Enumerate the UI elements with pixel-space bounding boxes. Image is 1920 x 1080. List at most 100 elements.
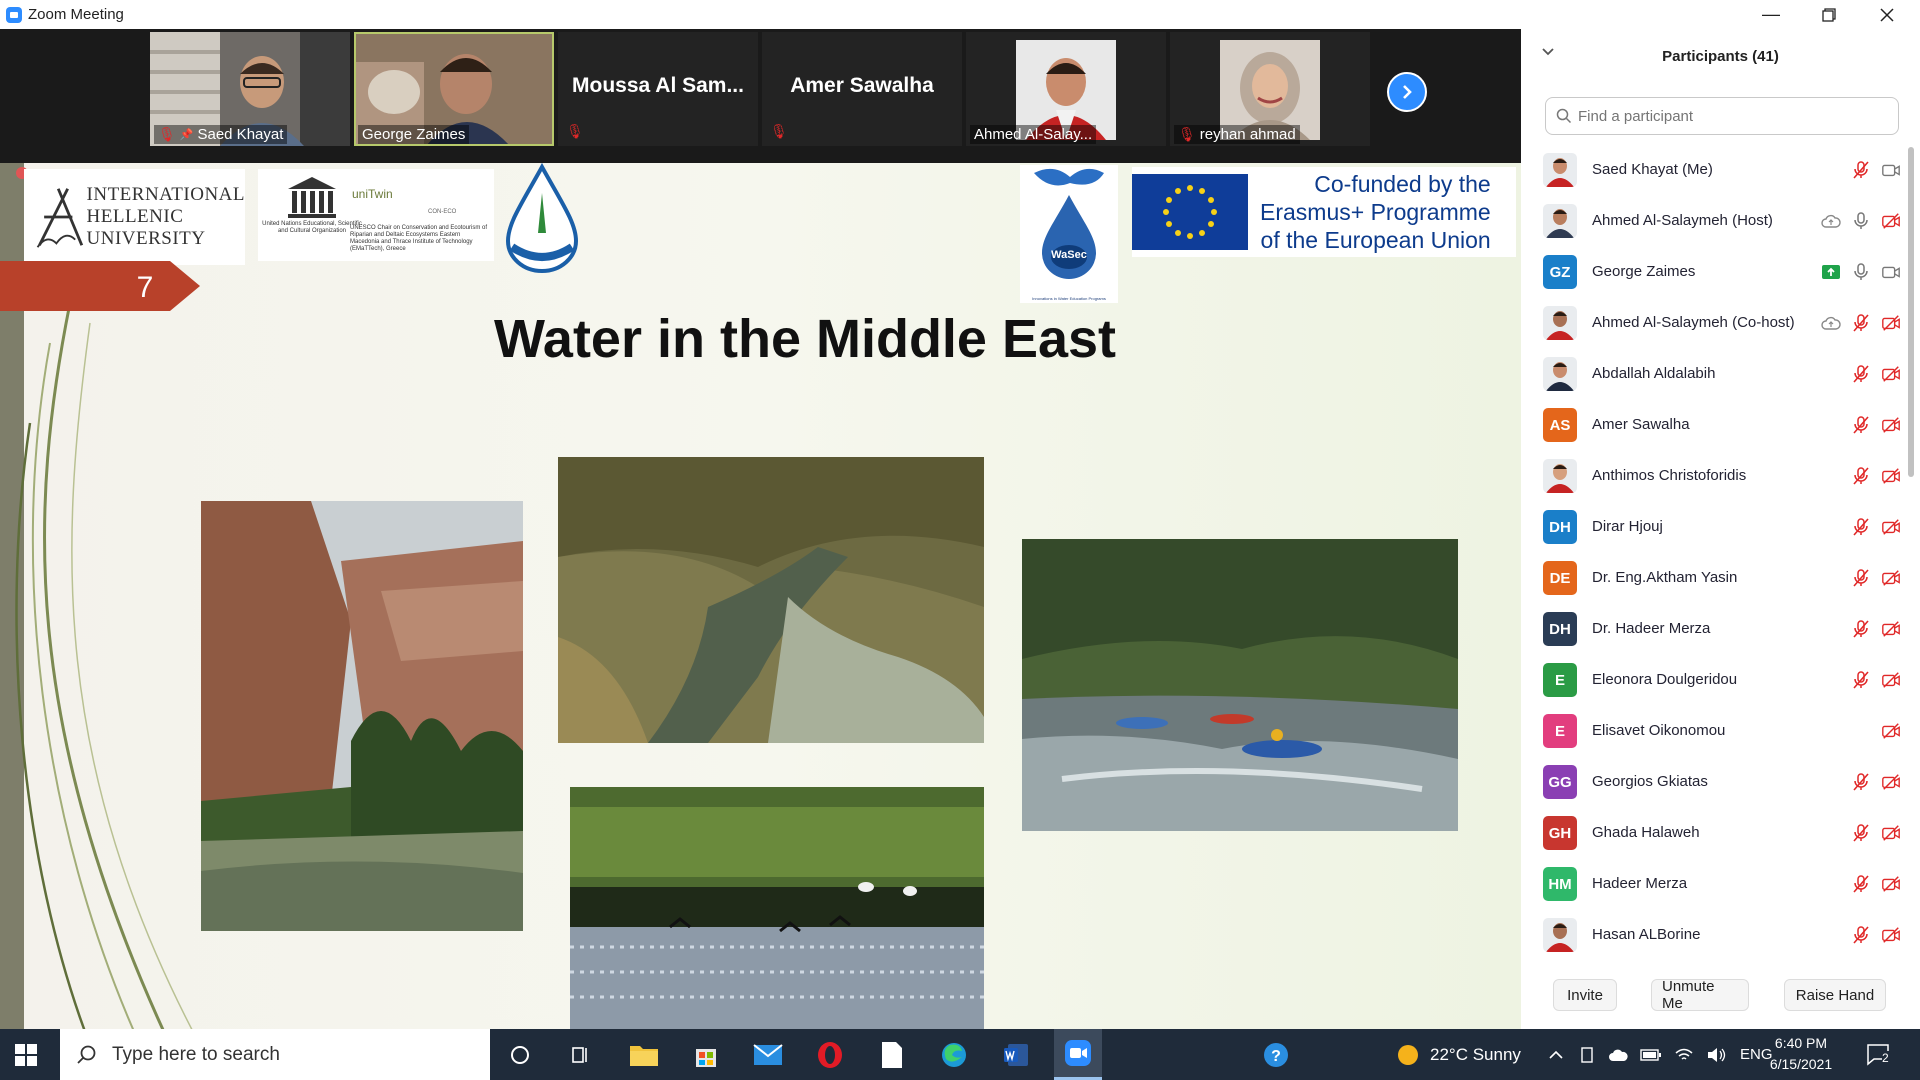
video-tile-reyhan[interactable]: 🎙 reyhan ahmad [1170,32,1370,146]
unesco-logo: United Nations Educational, Scientific a… [258,169,494,261]
video-camera-icon[interactable] [1881,262,1901,282]
video-off-icon[interactable] [1881,211,1901,231]
mic-muted-icon[interactable] [1851,160,1871,180]
taskbar-zoom[interactable] [1054,1029,1102,1080]
video-off-icon[interactable] [1881,466,1901,486]
restore-button[interactable] [1800,0,1858,29]
participant-row[interactable]: E Elisavet Oikonomou [1521,706,1901,757]
start-button[interactable] [12,1041,40,1069]
mic-muted-icon[interactable] [1851,925,1871,945]
eu-flag-icon [1132,174,1248,250]
mic-muted-icon[interactable] [1851,619,1871,639]
video-off-icon[interactable] [1881,823,1901,843]
notification-center-button[interactable]: 2 [1866,1029,1892,1080]
unmute-me-button[interactable]: Unmute Me [1651,978,1749,1012]
gallery-strip: 🎙 📌 Saed Khayat George Zaimes Moussa Al … [0,29,1521,152]
mic-muted-icon[interactable] [1851,874,1871,894]
participant-name: Anthimos Christoforidis [1592,467,1747,484]
taskbar-help[interactable]: ? [1252,1029,1300,1080]
microphone-icon[interactable] [1851,211,1871,231]
taskbar-store[interactable] [682,1029,730,1080]
mic-muted-icon[interactable] [1851,517,1871,537]
video-off-icon[interactable] [1881,568,1901,588]
participant-row[interactable]: Ahmed Al-Salaymeh (Co-host) [1521,298,1901,349]
mic-muted-icon[interactable] [1851,364,1871,384]
scrollbar-thumb[interactable] [1908,147,1914,477]
participant-list: Saed Khayat (Me) Ahmed Al-Salaymeh (Host)… [1521,145,1901,965]
mic-muted-icon[interactable] [1851,670,1871,690]
mic-muted-icon[interactable] [1851,568,1871,588]
participant-row[interactable]: GG Georgios Gkiatas [1521,757,1901,808]
mic-muted-icon[interactable] [1851,823,1871,843]
video-off-icon[interactable] [1881,619,1901,639]
participant-row[interactable]: Anthimos Christoforidis [1521,451,1901,502]
raise-hand-button[interactable]: Raise Hand [1784,979,1886,1011]
video-off-icon[interactable] [1881,670,1901,690]
windows-taskbar: Type here to search ? 22°C Sunny ENG 6:4… [0,1029,1920,1080]
participant-row[interactable]: DE Dr. Eng.Aktham Yasin [1521,553,1901,604]
video-camera-icon[interactable] [1881,160,1901,180]
mic-muted-icon[interactable] [1851,415,1871,435]
participant-row[interactable]: AS Amer Sawalha [1521,400,1901,451]
screen-share-icon [1822,265,1840,279]
video-off-icon[interactable] [1881,721,1901,741]
participant-status-icons [1851,670,1901,690]
video-off-icon[interactable] [1881,925,1901,945]
slide-photo-river [558,457,984,743]
participant-avatar: DE [1543,561,1577,595]
video-off-icon[interactable] [1881,364,1901,384]
task-view-button[interactable] [556,1029,604,1080]
slide-number: 7 [136,271,154,304]
gallery-next-button[interactable] [1387,72,1427,112]
minimize-button[interactable]: — [1742,0,1800,29]
taskbar-mail[interactable] [744,1029,792,1080]
weather-widget[interactable]: 22°C Sunny [1396,1029,1521,1080]
video-off-icon[interactable] [1881,415,1901,435]
participant-row[interactable]: Ahmed Al-Salaymeh (Host) [1521,196,1901,247]
system-tray-icons[interactable]: ENG [1548,1029,1773,1080]
taskbar-edge[interactable] [930,1029,978,1080]
word-icon [1004,1043,1028,1066]
taskbar-clock[interactable]: 6:40 PM 6/15/2021 [1755,1033,1847,1075]
participant-row[interactable]: Abdallah Aldalabih [1521,349,1901,400]
video-tile-saed[interactable]: 🎙 📌 Saed Khayat [150,32,350,146]
mic-muted-icon[interactable] [1851,466,1871,486]
participant-row[interactable]: DH Dr. Hadeer Merza [1521,604,1901,655]
participant-row[interactable]: Hasan ALBorine [1521,910,1901,961]
participant-row[interactable]: GH Ghada Halaweh [1521,808,1901,859]
participant-row[interactable]: E Eleonora Doulgeridou [1521,655,1901,706]
taskbar-opera[interactable] [806,1029,854,1080]
tile-name: Saed Khayat [197,126,284,143]
video-tile-george[interactable]: George Zaimes [354,32,554,146]
taskbar-notepad[interactable] [868,1029,916,1080]
taskbar-word[interactable] [992,1029,1040,1080]
participant-search-input[interactable] [1578,107,1878,125]
microphone-icon[interactable] [1851,262,1871,282]
participant-row[interactable]: HM Hadeer Merza [1521,859,1901,910]
taskbar-search-box[interactable]: Type here to search [60,1029,490,1080]
video-tile-moussa[interactable]: Moussa Al Sam... 🎙 [558,32,758,146]
participant-row[interactable]: Saed Khayat (Me) [1521,145,1901,196]
participant-row[interactable]: DH Dirar Hjouj [1521,502,1901,553]
participant-status-icons [1851,415,1901,435]
video-tile-amer[interactable]: Amer Sawalha 🎙 [762,32,962,146]
profile-photo [1543,153,1577,187]
video-off-icon[interactable] [1881,772,1901,792]
video-tile-ahmed[interactable]: Ahmed Al-Salay... [966,32,1166,146]
invite-button[interactable]: Invite [1553,979,1617,1011]
close-button[interactable] [1858,0,1916,29]
taskbar-file-explorer[interactable] [620,1029,668,1080]
mic-muted-icon[interactable] [1851,772,1871,792]
ihu-logo-text: INTERNATIONAL HELLENIC UNIVERSITY [86,184,245,249]
participant-row[interactable]: GZ George Zaimes [1521,247,1901,298]
video-off-icon[interactable] [1881,517,1901,537]
mic-muted-icon[interactable] [1851,313,1871,333]
cortana-button[interactable] [496,1029,544,1080]
participant-name: Abdallah Aldalabih [1592,365,1716,382]
video-off-icon[interactable] [1881,313,1901,333]
participant-search-box[interactable] [1545,97,1899,135]
participant-avatar [1543,153,1577,187]
video-off-icon[interactable] [1881,874,1901,894]
participant-name: Eleonora Doulgeridou [1592,671,1738,688]
notification-count: 2 [1882,1051,1889,1065]
